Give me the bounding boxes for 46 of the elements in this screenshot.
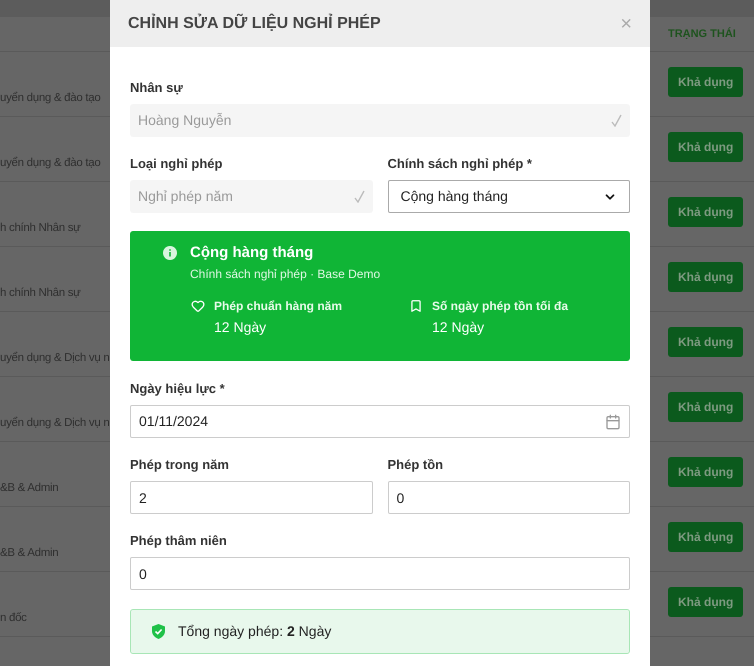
stat-value: 12 Ngày xyxy=(214,318,268,337)
column-header: TRẠNG THÁI xyxy=(668,26,736,42)
table-cell: uyển dụng & Dịch vụ n xyxy=(0,352,110,364)
status-badge: Khả dụng xyxy=(668,132,744,162)
field-label: Phép tồn xyxy=(388,456,444,473)
bookmark-icon xyxy=(409,299,423,313)
check-icon xyxy=(611,114,622,127)
policy-title: Cộng hàng tháng xyxy=(190,243,314,263)
stat-label: Số ngày phép tồn tối đa xyxy=(432,298,568,315)
table-cell: uyển dụng & Dịch vụ n xyxy=(0,417,110,429)
status-badge: Khả dụng xyxy=(668,66,744,96)
policy-subtitle: Chính sách nghỉ phép · Base Demo xyxy=(190,266,382,283)
field-label: Ngày hiệu lực * xyxy=(130,380,226,397)
field-label: Chính sách nghỉ phép * xyxy=(388,155,533,172)
heart-icon xyxy=(191,299,205,313)
status-badge: Khả dụng xyxy=(668,522,744,552)
shield-check-icon xyxy=(152,624,165,639)
stat-value: 12 Ngày xyxy=(432,318,486,337)
table-cell: &B & Admin xyxy=(0,547,58,559)
check-icon xyxy=(354,190,364,203)
input-field[interactable]: 2 xyxy=(130,481,372,514)
info-icon xyxy=(163,246,177,260)
table-cell: n đốc xyxy=(0,612,27,624)
status-badge: Khả dụng xyxy=(668,456,744,486)
calendar-icon xyxy=(605,414,621,430)
stat-label: Phép chuẩn hàng năm xyxy=(214,298,342,315)
policy-select[interactable]: Cộng hàng tháng xyxy=(388,180,630,213)
field-label: Phép thâm niên xyxy=(130,532,228,549)
field-label: Loại nghỉ phép xyxy=(130,155,224,172)
input-field[interactable]: 0 xyxy=(388,481,630,514)
status-badge: Khả dụng xyxy=(668,262,744,292)
table-cell: h chính Nhân sự xyxy=(0,222,81,234)
field-label: Phép trong năm xyxy=(130,456,230,473)
date-field[interactable]: 01/11/2024 xyxy=(130,405,630,438)
status-badge: Khả dụng xyxy=(668,392,744,422)
table-cell: uyển dụng & đào tạo xyxy=(0,92,100,104)
dialog-title: CHỈNH SỬA DỮ LIỆU NGHỈ PHÉP xyxy=(128,12,381,34)
status-badge: Khả dụng xyxy=(668,196,744,226)
table-cell: &B & Admin xyxy=(0,482,58,494)
status-badge: Khả dụng xyxy=(668,586,744,616)
status-badge: Khả dụng xyxy=(668,326,744,356)
table-cell: uyển dụng & đào tạo xyxy=(0,157,100,169)
table-cell: h chính Nhân sự xyxy=(0,287,81,299)
field-label: Nhân sự xyxy=(130,79,184,96)
summary-text: Tổng ngày phép: 2 Ngày xyxy=(178,622,332,641)
input-field[interactable]: 0 xyxy=(130,557,630,590)
